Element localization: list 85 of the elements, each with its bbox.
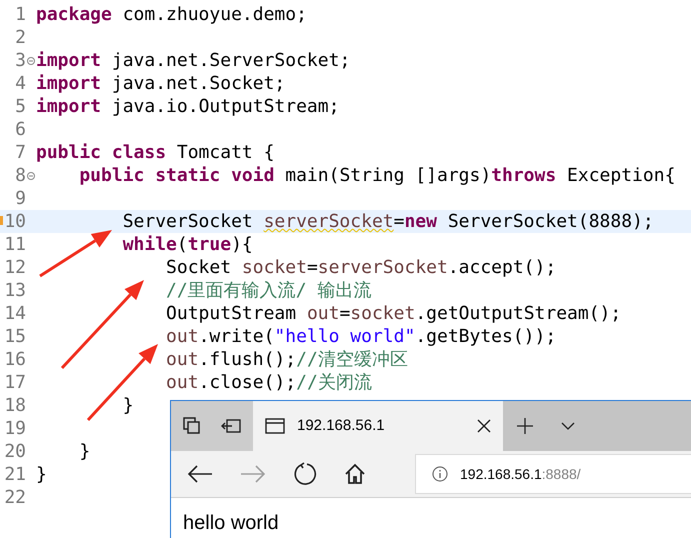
- line-number: 1: [15, 4, 26, 25]
- collapse-icon[interactable]: [27, 172, 35, 180]
- line-number: 17: [4, 372, 26, 393]
- variable-name: serverSocket: [318, 256, 448, 279]
- code-text: .getOutputStream();: [415, 302, 622, 325]
- code-text: OutputStream: [165, 302, 298, 325]
- plus-icon[interactable]: [517, 418, 533, 434]
- refresh-icon[interactable]: [293, 462, 317, 486]
- code-text: }: [122, 394, 134, 417]
- line-number: 2: [15, 27, 26, 48]
- code-text: .flush();: [198, 348, 296, 371]
- string-literal: "hello world": [274, 325, 416, 348]
- code-text: com.zhuoyue.demo;: [122, 3, 307, 26]
- variable-name: out: [165, 325, 199, 348]
- keyword: true: [188, 233, 232, 256]
- line-number: 22: [4, 487, 26, 508]
- code-text: Tomcatt {: [176, 141, 274, 164]
- keyword: while: [122, 233, 177, 256]
- windows-icon[interactable]: [183, 417, 201, 435]
- keyword: public class: [36, 141, 166, 164]
- line-number: 13: [4, 280, 26, 301]
- code-text: main(String []args): [284, 164, 492, 187]
- code-text: java.net.Socket;: [110, 72, 286, 95]
- code-comment: //关闭流: [296, 371, 372, 394]
- keyword: import: [36, 95, 102, 118]
- keyword: import: [36, 49, 102, 72]
- tab-title: 192.168.56.1: [297, 416, 386, 436]
- info-icon: [432, 466, 448, 482]
- line-number: 11: [4, 234, 26, 255]
- line-number: 3: [15, 50, 26, 71]
- page-icon: [265, 418, 285, 434]
- address-field[interactable]: 192.168.56.1:8888/: [415, 454, 691, 494]
- line-number: 10: [4, 211, 26, 232]
- line-number: 7: [15, 142, 26, 163]
- code-text: =: [339, 302, 350, 325]
- variable-name: socket: [350, 302, 416, 325]
- line-number: 5: [15, 96, 26, 117]
- line-number: 12: [4, 257, 26, 278]
- line-number: 19: [4, 418, 26, 439]
- code-text: java.net.ServerSocket;: [110, 49, 350, 72]
- keyword: package: [36, 3, 112, 26]
- variable-name: out: [306, 302, 340, 325]
- tab-aside-icon[interactable]: [221, 418, 241, 434]
- code-comment: //里面有输入流/ 输出流: [165, 279, 372, 302]
- code-text: Exception{: [566, 164, 676, 187]
- code-text: =: [306, 256, 318, 279]
- keyword: new: [404, 210, 437, 233]
- back-icon[interactable]: [187, 464, 213, 484]
- line-number: 15: [4, 326, 26, 347]
- code-text: java.io.OutputStream;: [110, 95, 340, 118]
- code-text: ServerSocket: [122, 210, 254, 233]
- code-text: =: [394, 210, 404, 233]
- code-text: .getBytes());: [415, 325, 556, 348]
- line-number: 6: [15, 119, 26, 140]
- line-number: 14: [4, 303, 26, 324]
- variable-name: socket: [242, 256, 307, 279]
- line-number: 4: [15, 73, 26, 94]
- line-number: 21: [4, 464, 26, 485]
- code-text: Socket: [165, 256, 232, 279]
- code-text: .close();: [198, 371, 296, 394]
- browser-tab[interactable]: 192.168.56.1: [253, 401, 503, 451]
- home-icon[interactable]: [344, 463, 366, 485]
- page-text: hello world: [183, 512, 279, 534]
- line-number: 16: [4, 349, 26, 370]
- code-text: ServerSocket(8888);: [446, 210, 654, 233]
- code-comment: //清空缓冲区: [296, 348, 408, 371]
- code-text: ){: [231, 233, 253, 256]
- keyword: import: [36, 72, 102, 95]
- variable-name: serverSocket: [264, 210, 394, 233]
- code-text: }: [78, 440, 90, 463]
- keyword: public static void: [78, 164, 274, 187]
- line-number: 20: [4, 441, 26, 462]
- variable-name: out: [165, 348, 199, 371]
- collapse-icon[interactable]: [27, 56, 35, 64]
- line-number: 8: [15, 165, 26, 186]
- code-text: (: [176, 233, 188, 256]
- code-text: .accept();: [448, 256, 556, 279]
- chevron-down-icon[interactable]: [561, 422, 575, 430]
- line-number: 18: [4, 395, 26, 416]
- close-icon[interactable]: [477, 419, 491, 433]
- keyword: throws: [491, 164, 556, 187]
- line-number: 9: [15, 188, 26, 209]
- variable-name: out: [165, 371, 199, 394]
- code-text: }: [36, 463, 47, 486]
- code-text: .write(: [198, 325, 274, 348]
